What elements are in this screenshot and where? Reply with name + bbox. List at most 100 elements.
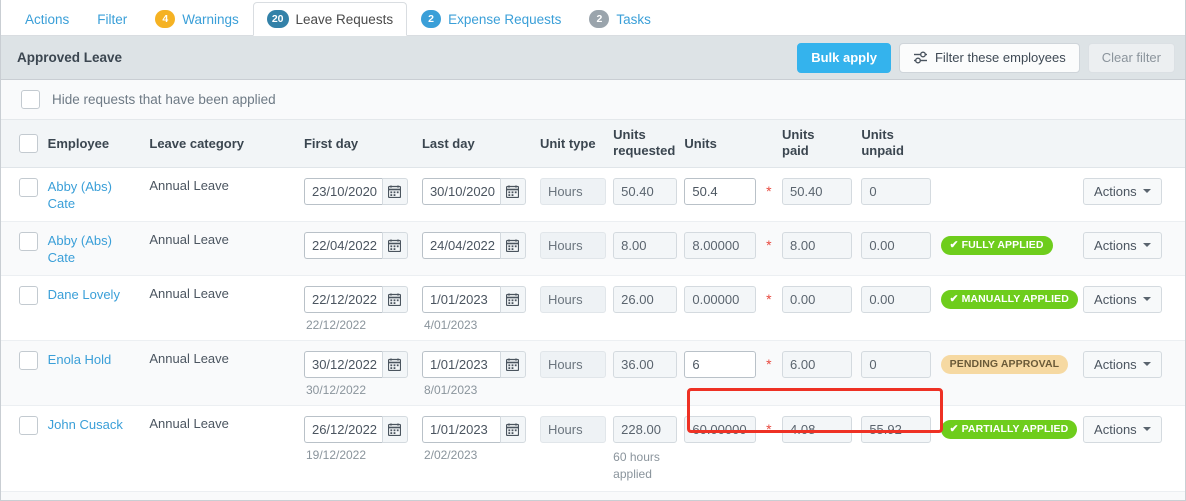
tab-warnings[interactable]: 4 Warnings xyxy=(141,2,253,36)
header-units-requested-line1: Units xyxy=(613,127,646,142)
filter-these-employees-label: Filter these employees xyxy=(934,50,1066,65)
calendar-icon[interactable] xyxy=(381,177,408,205)
chevron-down-icon xyxy=(1142,362,1151,367)
units-unpaid-field[interactable]: 0 xyxy=(861,177,932,205)
header-units-unpaid: Units unpaid xyxy=(855,120,935,168)
calendar-icon[interactable] xyxy=(499,350,526,378)
units-paid-cell: 8.00 xyxy=(776,221,856,276)
actions-cell: Actions xyxy=(1077,405,1185,493)
row-actions-button[interactable]: Actions xyxy=(1083,350,1162,378)
units-input[interactable]: 50.4 xyxy=(684,177,757,205)
chevron-down-icon xyxy=(1142,189,1151,193)
row-checkbox[interactable] xyxy=(19,350,38,370)
date-input[interactable]: 1/01/2023 xyxy=(421,285,500,313)
row-actions-button[interactable]: Actions xyxy=(1083,177,1162,205)
date-input[interactable]: 22/12/2022 xyxy=(303,285,382,313)
date-sub-label: 19/12/2022 xyxy=(305,447,367,462)
calendar-icon[interactable] xyxy=(499,177,526,205)
date-input[interactable]: 30/12/2022 xyxy=(303,350,382,378)
tab-expense-requests[interactable]: 2 Expense Requests xyxy=(407,2,575,36)
units-unpaid-field[interactable]: 55.92 xyxy=(861,415,932,443)
calendar-icon[interactable] xyxy=(381,415,408,443)
unit-type-cell: Hours xyxy=(533,221,608,276)
units-input[interactable]: 60.00000 xyxy=(684,415,757,443)
date-sub-label: 8/01/2023 xyxy=(423,382,478,397)
actions-cell: Actions xyxy=(1077,221,1185,276)
row-checkbox[interactable] xyxy=(19,231,38,251)
leave-category-label: Annual Leave xyxy=(149,177,229,193)
row-actions-label: Actions xyxy=(1094,421,1137,437)
tab-tasks[interactable]: 2 Tasks xyxy=(575,2,665,36)
select-all-checkbox[interactable] xyxy=(19,133,38,153)
chevron-down-icon xyxy=(1142,427,1151,432)
date-input[interactable]: 23/10/2020 xyxy=(303,177,382,205)
units-unpaid-field[interactable]: 0.00 xyxy=(861,285,932,313)
calendar-icon[interactable] xyxy=(381,285,408,313)
first-day-cell: 26/12/2022 19/12/2022 xyxy=(297,405,416,493)
unit-type-cell: Hours xyxy=(533,491,608,500)
row-actions-button[interactable]: Actions xyxy=(1083,231,1162,259)
hide-applied-checkbox[interactable] xyxy=(21,90,40,109)
calendar-icon[interactable] xyxy=(381,231,408,259)
units-unpaid-cell: 0.00 xyxy=(855,275,935,341)
units-paid-field[interactable]: 0.00 xyxy=(782,285,852,313)
hide-applied-bar: Hide requests that have been applied xyxy=(1,80,1185,120)
table-row: Enola Hold Annual Leave 30/12/2022 30/12/20… xyxy=(1,340,1185,406)
employee-link[interactable]: Abby (Abs) Cate xyxy=(48,178,138,213)
units-paid-field[interactable]: 6.00 xyxy=(782,350,852,378)
employee-link[interactable]: Abby (Abs) Cate xyxy=(48,232,138,267)
row-select-cell xyxy=(1,275,42,341)
units-unpaid-field[interactable]: 0 xyxy=(861,350,932,378)
employee-cell: Abby (Abs) Cate xyxy=(41,221,144,276)
date-input[interactable]: 1/01/2023 xyxy=(421,415,500,443)
employee-cell: Abby (Abs) Cate xyxy=(41,167,144,222)
header-units: Units xyxy=(678,120,762,168)
employee-link[interactable]: John Cusack xyxy=(48,416,123,434)
calendar-icon[interactable] xyxy=(499,231,526,259)
bulk-apply-button[interactable]: Bulk apply xyxy=(797,42,891,73)
row-select-cell xyxy=(1,221,42,276)
tab-actions[interactable]: Actions xyxy=(11,2,83,36)
units-requested-field: 26.00 xyxy=(613,285,678,313)
units-input[interactable]: 6 xyxy=(684,350,757,378)
actions-cell: Actions xyxy=(1077,167,1185,222)
row-actions-button[interactable]: Actions xyxy=(1083,415,1162,443)
status-badge: ✔ FULLY APPLIED xyxy=(940,235,1053,255)
date-input[interactable]: 22/04/2022 xyxy=(303,231,382,259)
units-requested-field: 228.00 xyxy=(613,415,678,443)
employee-link[interactable]: Enola Hold xyxy=(48,351,112,369)
calendar-icon[interactable] xyxy=(499,415,526,443)
employee-link[interactable]: Dane Lovely xyxy=(48,286,120,304)
filter-these-employees-button[interactable]: Filter these employees xyxy=(898,42,1080,73)
clear-filter-button[interactable]: Clear filter xyxy=(1087,42,1175,73)
date-input[interactable]: 24/04/2022 xyxy=(421,231,500,259)
date-sub-label: 2/02/2023 xyxy=(423,447,478,462)
required-marker-cell: * xyxy=(761,491,776,500)
row-actions-label: Actions xyxy=(1094,356,1137,372)
row-checkbox[interactable] xyxy=(19,285,38,305)
units-paid-field[interactable]: 8.00 xyxy=(782,231,852,259)
unit-type-field: Hours xyxy=(539,177,606,205)
tab-badge-count: 2 xyxy=(421,10,442,28)
row-checkbox[interactable] xyxy=(19,177,38,197)
tab-filter[interactable]: Filter xyxy=(83,2,141,36)
row-actions-button[interactable]: Actions xyxy=(1083,285,1162,313)
row-actions-label: Actions xyxy=(1094,237,1137,253)
units-paid-cell: 6.00 xyxy=(776,340,856,406)
tab-leave-requests[interactable]: 20 Leave Requests xyxy=(252,2,408,36)
calendar-icon[interactable] xyxy=(499,285,526,313)
units-input[interactable]: 8.00000 xyxy=(684,231,757,259)
last-day-cell: 27/10/2020 xyxy=(415,491,534,500)
tab-label: Expense Requests xyxy=(448,11,562,27)
date-input[interactable]: 30/10/2020 xyxy=(421,177,500,205)
units-paid-field[interactable]: 4.08 xyxy=(782,415,852,443)
units-requested-field: 50.40 xyxy=(613,177,678,205)
row-checkbox[interactable] xyxy=(19,415,38,435)
units-paid-field[interactable]: 50.40 xyxy=(782,177,852,205)
calendar-icon[interactable] xyxy=(381,350,408,378)
date-input[interactable]: 26/12/2022 xyxy=(303,415,382,443)
units-cell: 0.00000 xyxy=(678,275,762,341)
date-input[interactable]: 1/01/2023 xyxy=(421,350,500,378)
units-input[interactable]: 0.00000 xyxy=(684,285,757,313)
units-unpaid-field[interactable]: 0.00 xyxy=(861,231,932,259)
